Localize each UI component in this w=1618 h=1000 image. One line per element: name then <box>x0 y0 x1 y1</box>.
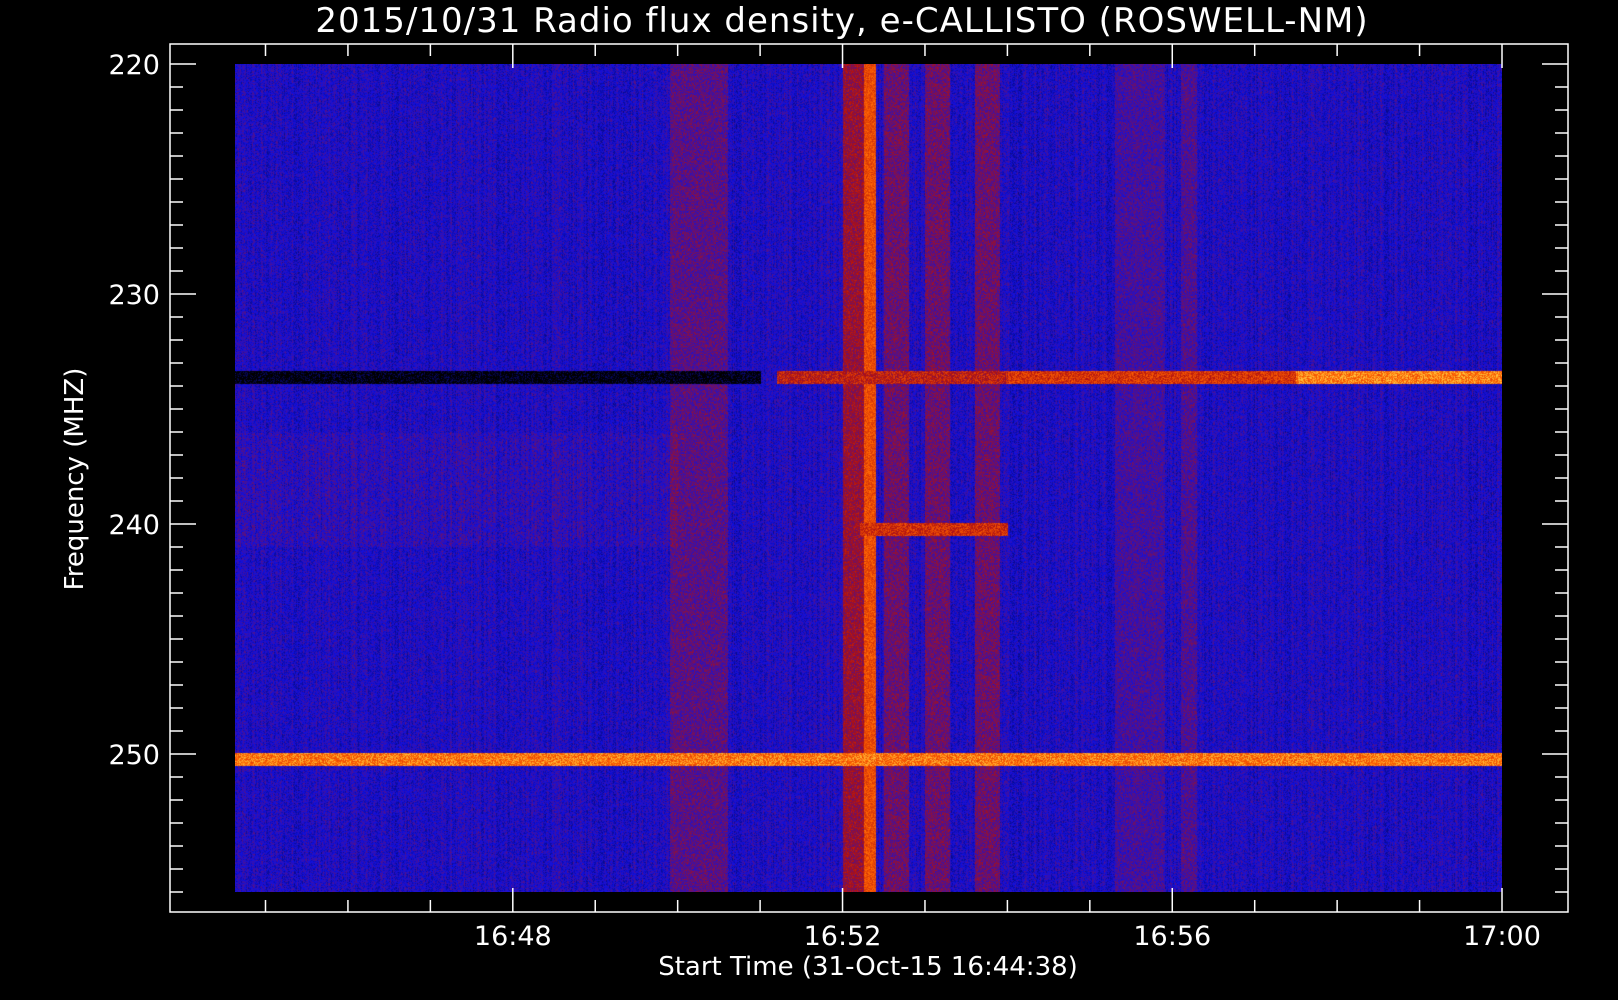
y-tick-label: 220 <box>108 50 160 81</box>
x-tick-label: 17:00 <box>1463 921 1541 952</box>
x-axis-label: Start Time (31-Oct-15 16:44:38) <box>658 952 1078 982</box>
spectrogram-image <box>235 64 1502 892</box>
x-tick-label: 16:56 <box>1133 921 1211 952</box>
spectrogram-chart: 2015/10/31 Radio flux density, e-CALLIST… <box>60 1 1569 982</box>
y-tick-label: 240 <box>108 510 160 541</box>
chart-title: 2015/10/31 Radio flux density, e-CALLIST… <box>315 1 1368 41</box>
y-tick-label: 230 <box>108 280 160 311</box>
heatmap-plot-area <box>235 64 1502 892</box>
x-tick-label: 16:48 <box>474 921 552 952</box>
x-tick-label: 16:52 <box>804 921 882 952</box>
y-tick-label: 250 <box>108 740 160 771</box>
y-axis-label: Frequency (MHZ) <box>60 368 90 591</box>
